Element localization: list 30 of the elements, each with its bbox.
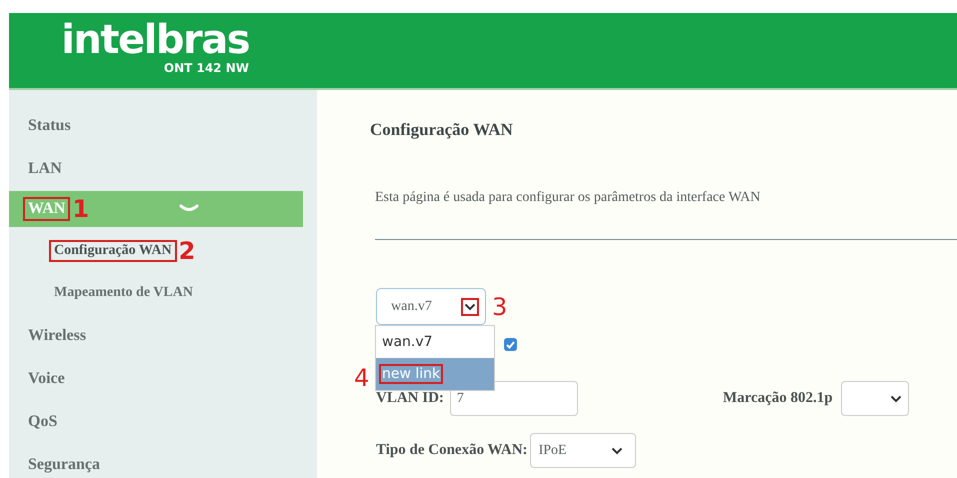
field-label: Marcação 802.1p (722, 390, 833, 407)
annotation-number: 2 (178, 239, 196, 263)
nav-item[interactable]: QoS (9, 400, 303, 443)
nav-item[interactable]: Voice (9, 357, 303, 400)
nav-item[interactable]: Status (9, 104, 303, 147)
nav-subitem[interactable]: Mapeamento de VLAN (49, 282, 198, 304)
nav-item[interactable]: Segurança (9, 443, 303, 478)
dropdown-option[interactable]: new link (376, 358, 494, 390)
enable-checkbox[interactable] (504, 338, 517, 351)
brand-logo: intelbras (61, 17, 249, 63)
connection-type-select[interactable]: IPoE (530, 433, 636, 468)
chevron-down-icon (179, 204, 199, 213)
field-label: Tipo de Conexão WAN: (376, 442, 528, 459)
annotation-number: 1 (72, 197, 90, 221)
model-name: ONT 142 NW (164, 61, 249, 75)
page-description: Esta página é usada para configurar os parâmetros da interface WAN (375, 190, 762, 206)
caret-icon (464, 302, 476, 310)
dropdown-option[interactable]: wan.v7 (376, 326, 494, 358)
nav-item[interactable]: LAN (9, 147, 303, 190)
annotation-number: 3 (492, 294, 508, 318)
field-label: VLAN ID: (376, 390, 444, 407)
caret-icon (610, 446, 623, 454)
nav-subitem[interactable]: Configuração WAN (49, 240, 177, 262)
nav-item[interactable]: WAN 1 (9, 191, 303, 227)
annotation-number: 4 (354, 366, 370, 390)
vlan-id-field[interactable]: 7 (450, 381, 578, 416)
nav-item[interactable]: Wireless (9, 314, 303, 357)
caret-icon (890, 394, 902, 402)
page-title: Configuração WAN (370, 120, 514, 140)
link-select[interactable]: wan.v7 (376, 288, 486, 325)
